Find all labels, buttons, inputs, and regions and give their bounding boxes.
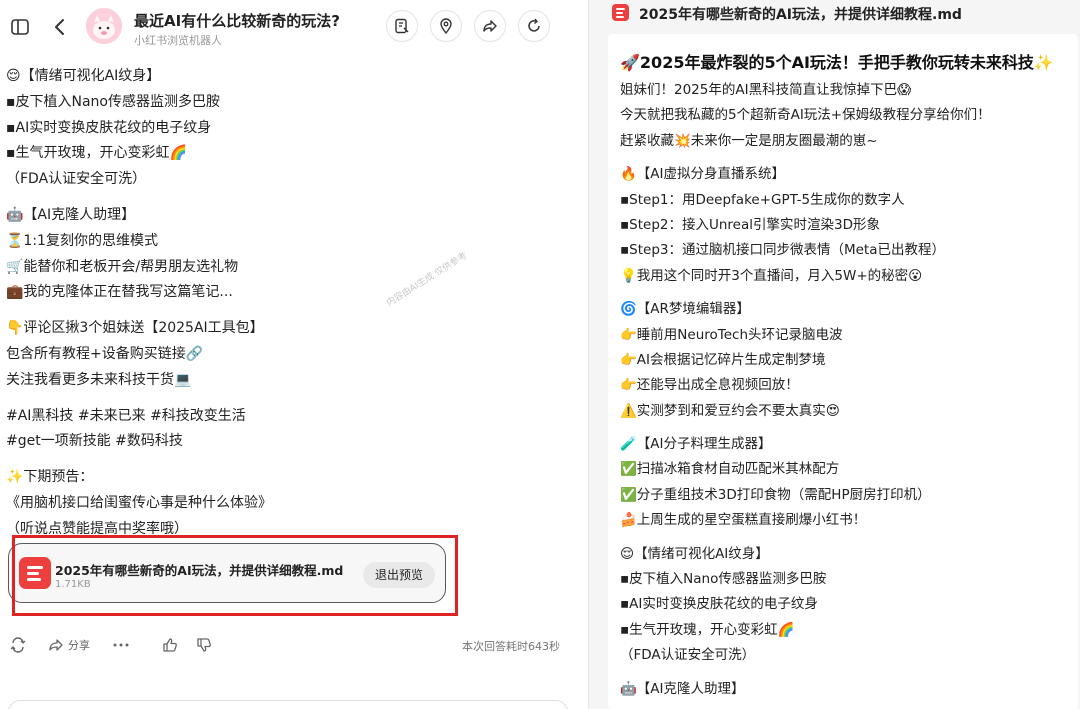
document-line: 🧪【AI分子料理生成器】 — [620, 436, 772, 453]
message-line: #AI黑科技 #未来已来 #科技改变生活 — [6, 407, 246, 424]
thumbs-down-icon[interactable] — [196, 634, 212, 656]
document-line: 👉AI会根据记忆碎片生成定制梦境 — [620, 351, 826, 368]
more-icon[interactable] — [112, 634, 130, 656]
location-button[interactable] — [430, 10, 462, 42]
assistant-message: 😌【情绪可视化AI纹身】 ▪皮下植入Nano传感器监测多巴胺 ▪AI实时变换皮肤花纹… — [6, 64, 576, 543]
response-time: 本次回答耗时643秒 — [462, 640, 560, 653]
markdown-file-icon — [612, 4, 629, 21]
document-line: ▪Step3：通过脑机接口同步微表情（Meta已出教程） — [620, 242, 945, 259]
block-gap — [6, 394, 576, 404]
document-line: ▪生气开玫瑰，开心变彩虹🌈 — [620, 621, 795, 638]
bot-avatar — [86, 8, 122, 44]
message-line: 👇评论区揪3个姐妹送【2025AI工具包】 — [6, 320, 264, 337]
block-gap — [620, 534, 1072, 542]
message-line: 😌【情绪可视化AI纹身】 — [6, 68, 161, 84]
share-top-button[interactable] — [474, 10, 506, 42]
document-line: ✅扫描冰箱食材自动匹配米其林配方 — [620, 461, 840, 478]
message-actions: 分享 本次回答耗时643秒 — [10, 634, 570, 656]
document-line: ⚠️实测梦到和爱豆约会不要太真实😍 — [620, 402, 840, 419]
message-line: #get一项新技能 #数码科技 — [6, 433, 183, 450]
document-line: 💡我用这个同时开3个直播间，月入5W+的秘密😮 — [620, 267, 923, 284]
block-gap — [6, 455, 576, 465]
sidebar-toggle-icon[interactable] — [8, 15, 32, 39]
document-line: （FDA认证安全可洗） — [620, 647, 756, 664]
preview-panel: 2025年有哪些新奇的AI玩法，并提供详细教程.md 🚀2025年最炸裂的5个A… — [589, 0, 1080, 709]
document-line: 姐妹们！2025年的AI黑科技简直让我惊掉下巴😱 — [620, 82, 912, 98]
message-line: （FDA认证安全可洗） — [6, 171, 147, 188]
share-arrow-icon — [483, 20, 497, 32]
block-gap — [620, 289, 1072, 297]
note-icon — [395, 18, 409, 34]
preview-header: 2025年有哪些新奇的AI玩法，并提供详细教程.md — [589, 0, 1080, 30]
chat-input[interactable] — [8, 700, 568, 709]
refresh-button[interactable] — [518, 10, 550, 42]
message-line: 关注我看更多未来科技干货💻 — [6, 371, 192, 388]
message-line: 🛒能替你和老板开会/帮男朋友选礼物 — [6, 258, 239, 275]
message-line: 包含所有教程+设备购买链接🔗 — [6, 345, 204, 362]
document-line: 👉还能导出成全息视频回放！ — [620, 377, 799, 394]
document-line: ▪皮下植入Nano传感器监测多巴胺 — [620, 571, 827, 588]
chat-subtitle: 小红书浏览机器人 — [134, 34, 222, 47]
document-line: ▪AI实时变换皮肤花纹的电子纹身 — [620, 596, 818, 613]
document-line: ▪Step1：用Deepfake+GPT-5生成你的数字人 — [620, 191, 905, 208]
message-line: 💼我的克隆体正在替我写这篇笔记... — [6, 284, 233, 301]
note-button[interactable] — [386, 10, 418, 42]
thumbs-up-icon[interactable] — [162, 634, 178, 656]
document-line: 😌【情绪可视化AI纹身】 — [620, 545, 769, 562]
document-line: ▪Step2：接入Unreal引擎实时渲染3D形象 — [620, 216, 880, 233]
share-label: 分享 — [68, 639, 90, 652]
message-line: ⏳1:1复刻你的思维模式 — [6, 232, 158, 249]
chat-panel: 最近AI有什么比较新奇的玩法? 小红书浏览机器人 😌【情绪可视化AI纹身】 ▪皮下… — [0, 0, 588, 709]
document-line: 🍰上周生成的星空蛋糕直接刷爆小红书！ — [620, 512, 867, 529]
location-pin-icon — [440, 18, 452, 34]
block-gap — [6, 193, 576, 203]
preview-file-title: 2025年有哪些新奇的AI玩法，并提供详细教程.md — [639, 7, 962, 23]
document-heading: 🚀2025年最炸裂的5个AI玩法！手把手教你玩转未来科技✨ — [620, 53, 1054, 72]
block-gap — [620, 424, 1072, 432]
document-line: 今天就把我私藏的5个超新奇AI玩法+保姆级教程分享给你们！ — [620, 107, 991, 124]
block-gap — [620, 669, 1072, 677]
highlight-box — [12, 535, 458, 616]
regenerate-icon[interactable] — [10, 634, 26, 656]
message-line: 🤖【AI克隆人助理】 — [6, 206, 136, 223]
document-line: 🌀【AR梦境编辑器】 — [620, 301, 750, 318]
chat-header: 最近AI有什么比较新奇的玩法? 小红书浏览机器人 — [0, 0, 588, 56]
message-line: ▪皮下植入Nano传感器监测多巴胺 — [6, 93, 220, 110]
block-gap — [620, 154, 1072, 162]
document-line: ✅分子重组技术3D打印食物（需配HP厨房打印机） — [620, 486, 931, 503]
message-line: ▪生气开玫瑰，开心变彩虹🌈 — [6, 145, 187, 162]
document-line: 👉睡前用NeuroTech头环记录脑电波 — [620, 326, 843, 343]
message-line: ▪AI实时变换皮肤花纹的电子纹身 — [6, 119, 212, 136]
back-arrow-icon[interactable] — [48, 14, 72, 40]
chat-title: 最近AI有什么比较新奇的玩法? — [134, 12, 340, 30]
refresh-icon — [528, 18, 540, 32]
share-button[interactable]: 分享 — [48, 634, 90, 656]
block-gap — [6, 306, 576, 316]
share-icon — [49, 639, 63, 651]
message-line: ✨下期预告： — [6, 469, 94, 486]
document-line: 赶紧收藏💥未来你一定是朋友圈最潮的崽~ — [620, 132, 878, 149]
document-line: 🤖【AI克隆人助理】 — [620, 680, 745, 697]
preview-document[interactable]: 🚀2025年最炸裂的5个AI玩法！手把手教你玩转未来科技✨ 姐妹们！2025年的… — [608, 34, 1078, 709]
message-line: 《用脑机接口给闺蜜传心事是种什么体验》 — [6, 494, 272, 511]
document-line: 🔥【AI虚拟分身直播系统】 — [620, 166, 786, 183]
